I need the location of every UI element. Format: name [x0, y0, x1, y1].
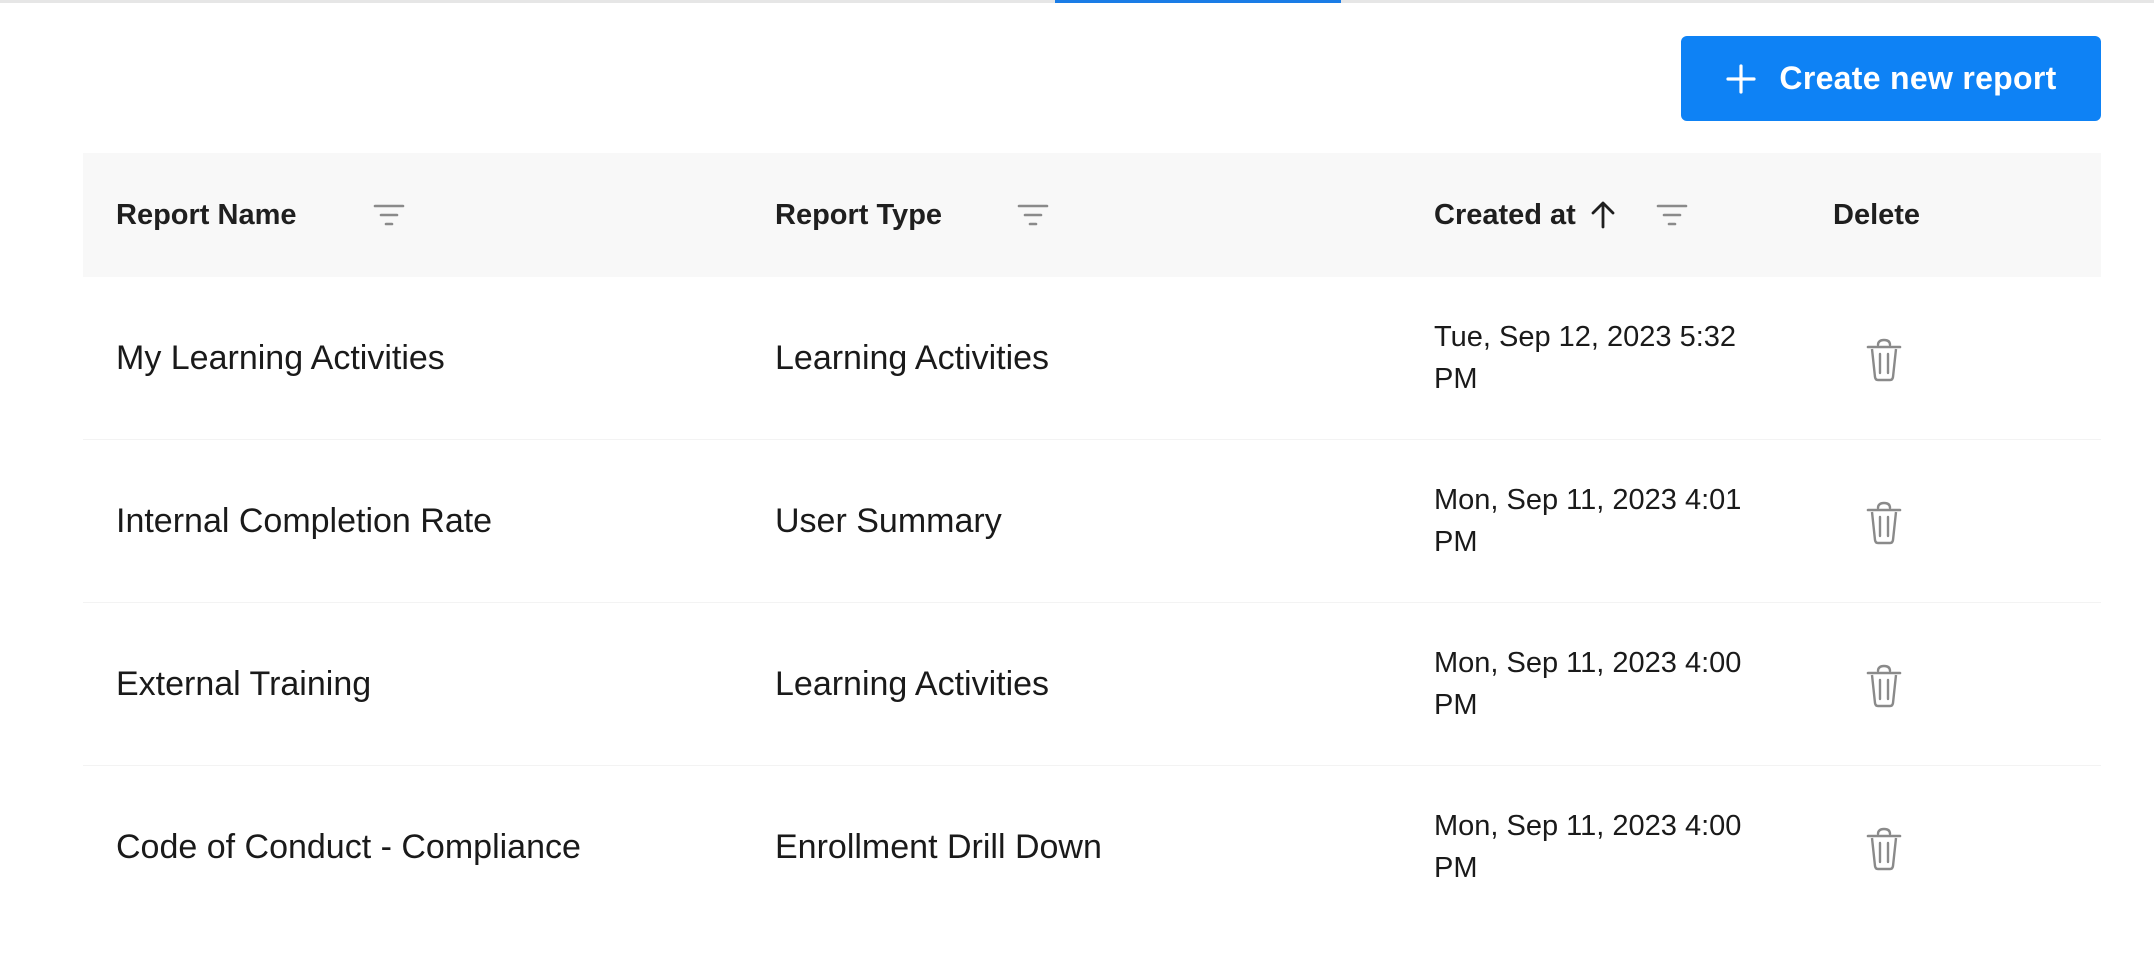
report-type-cell: User Summary: [775, 501, 1002, 540]
trash-icon: [1866, 338, 1902, 382]
table-row[interactable]: Internal Completion Rate User Summary Mo…: [83, 440, 2101, 603]
create-new-report-label: Create new report: [1779, 60, 2057, 96]
column-header-delete: Delete: [1833, 153, 1920, 277]
column-header-label: Report Name: [116, 198, 297, 231]
delete-report-button[interactable]: [1861, 500, 1907, 546]
column-header-label: Delete: [1833, 198, 1921, 231]
table-row[interactable]: My Learning Activities Learning Activiti…: [83, 277, 2101, 440]
filter-icon[interactable]: [373, 202, 405, 228]
report-name-cell[interactable]: My Learning Activities: [116, 277, 445, 439]
report-name-cell[interactable]: Internal Completion Rate: [116, 440, 492, 602]
column-header-label: Created at: [1434, 198, 1576, 231]
active-tab-indicator: [1055, 0, 1341, 3]
column-header-report-type[interactable]: Report Type: [775, 153, 942, 277]
report-type-cell: Learning Activities: [775, 338, 1050, 377]
created-at-cell: Mon, Sep 11, 2023 4:00 PM: [1434, 647, 1742, 721]
created-at-cell: Mon, Sep 11, 2023 4:00 PM: [1434, 810, 1742, 884]
column-header-label: Report Type: [775, 198, 943, 231]
column-header-created-at[interactable]: Created at: [1434, 153, 1616, 277]
filter-icon[interactable]: [1656, 202, 1688, 228]
delete-report-button[interactable]: [1861, 337, 1907, 383]
report-type-cell: Learning Activities: [775, 664, 1050, 703]
report-name-cell[interactable]: External Training: [116, 603, 371, 765]
table-row[interactable]: External Training Learning Activities Mo…: [83, 603, 2101, 766]
arrow-up-icon[interactable]: [1590, 200, 1616, 230]
trash-icon: [1866, 664, 1902, 708]
table-header: Report Name Report Type Created at Delet…: [83, 153, 2101, 277]
report-name-cell[interactable]: Code of Conduct - Compliance: [116, 766, 581, 928]
delete-report-button[interactable]: [1861, 663, 1907, 709]
column-header-report-name[interactable]: Report Name: [116, 153, 297, 277]
trash-icon: [1866, 827, 1902, 871]
created-at-cell: Mon, Sep 11, 2023 4:01 PM: [1434, 484, 1742, 558]
created-at-cell: Tue, Sep 12, 2023 5:32 PM: [1434, 321, 1737, 395]
delete-report-button[interactable]: [1861, 826, 1907, 872]
create-new-report-button[interactable]: Create new report: [1681, 36, 2101, 121]
reports-table: Report Name Report Type Created at Delet…: [83, 153, 2101, 928]
plus-icon: [1726, 63, 1757, 94]
filter-icon[interactable]: [1017, 202, 1049, 228]
table-row[interactable]: Code of Conduct - Compliance Enrollment …: [83, 766, 2101, 928]
trash-icon: [1866, 501, 1902, 545]
report-type-cell: Enrollment Drill Down: [775, 827, 1102, 866]
